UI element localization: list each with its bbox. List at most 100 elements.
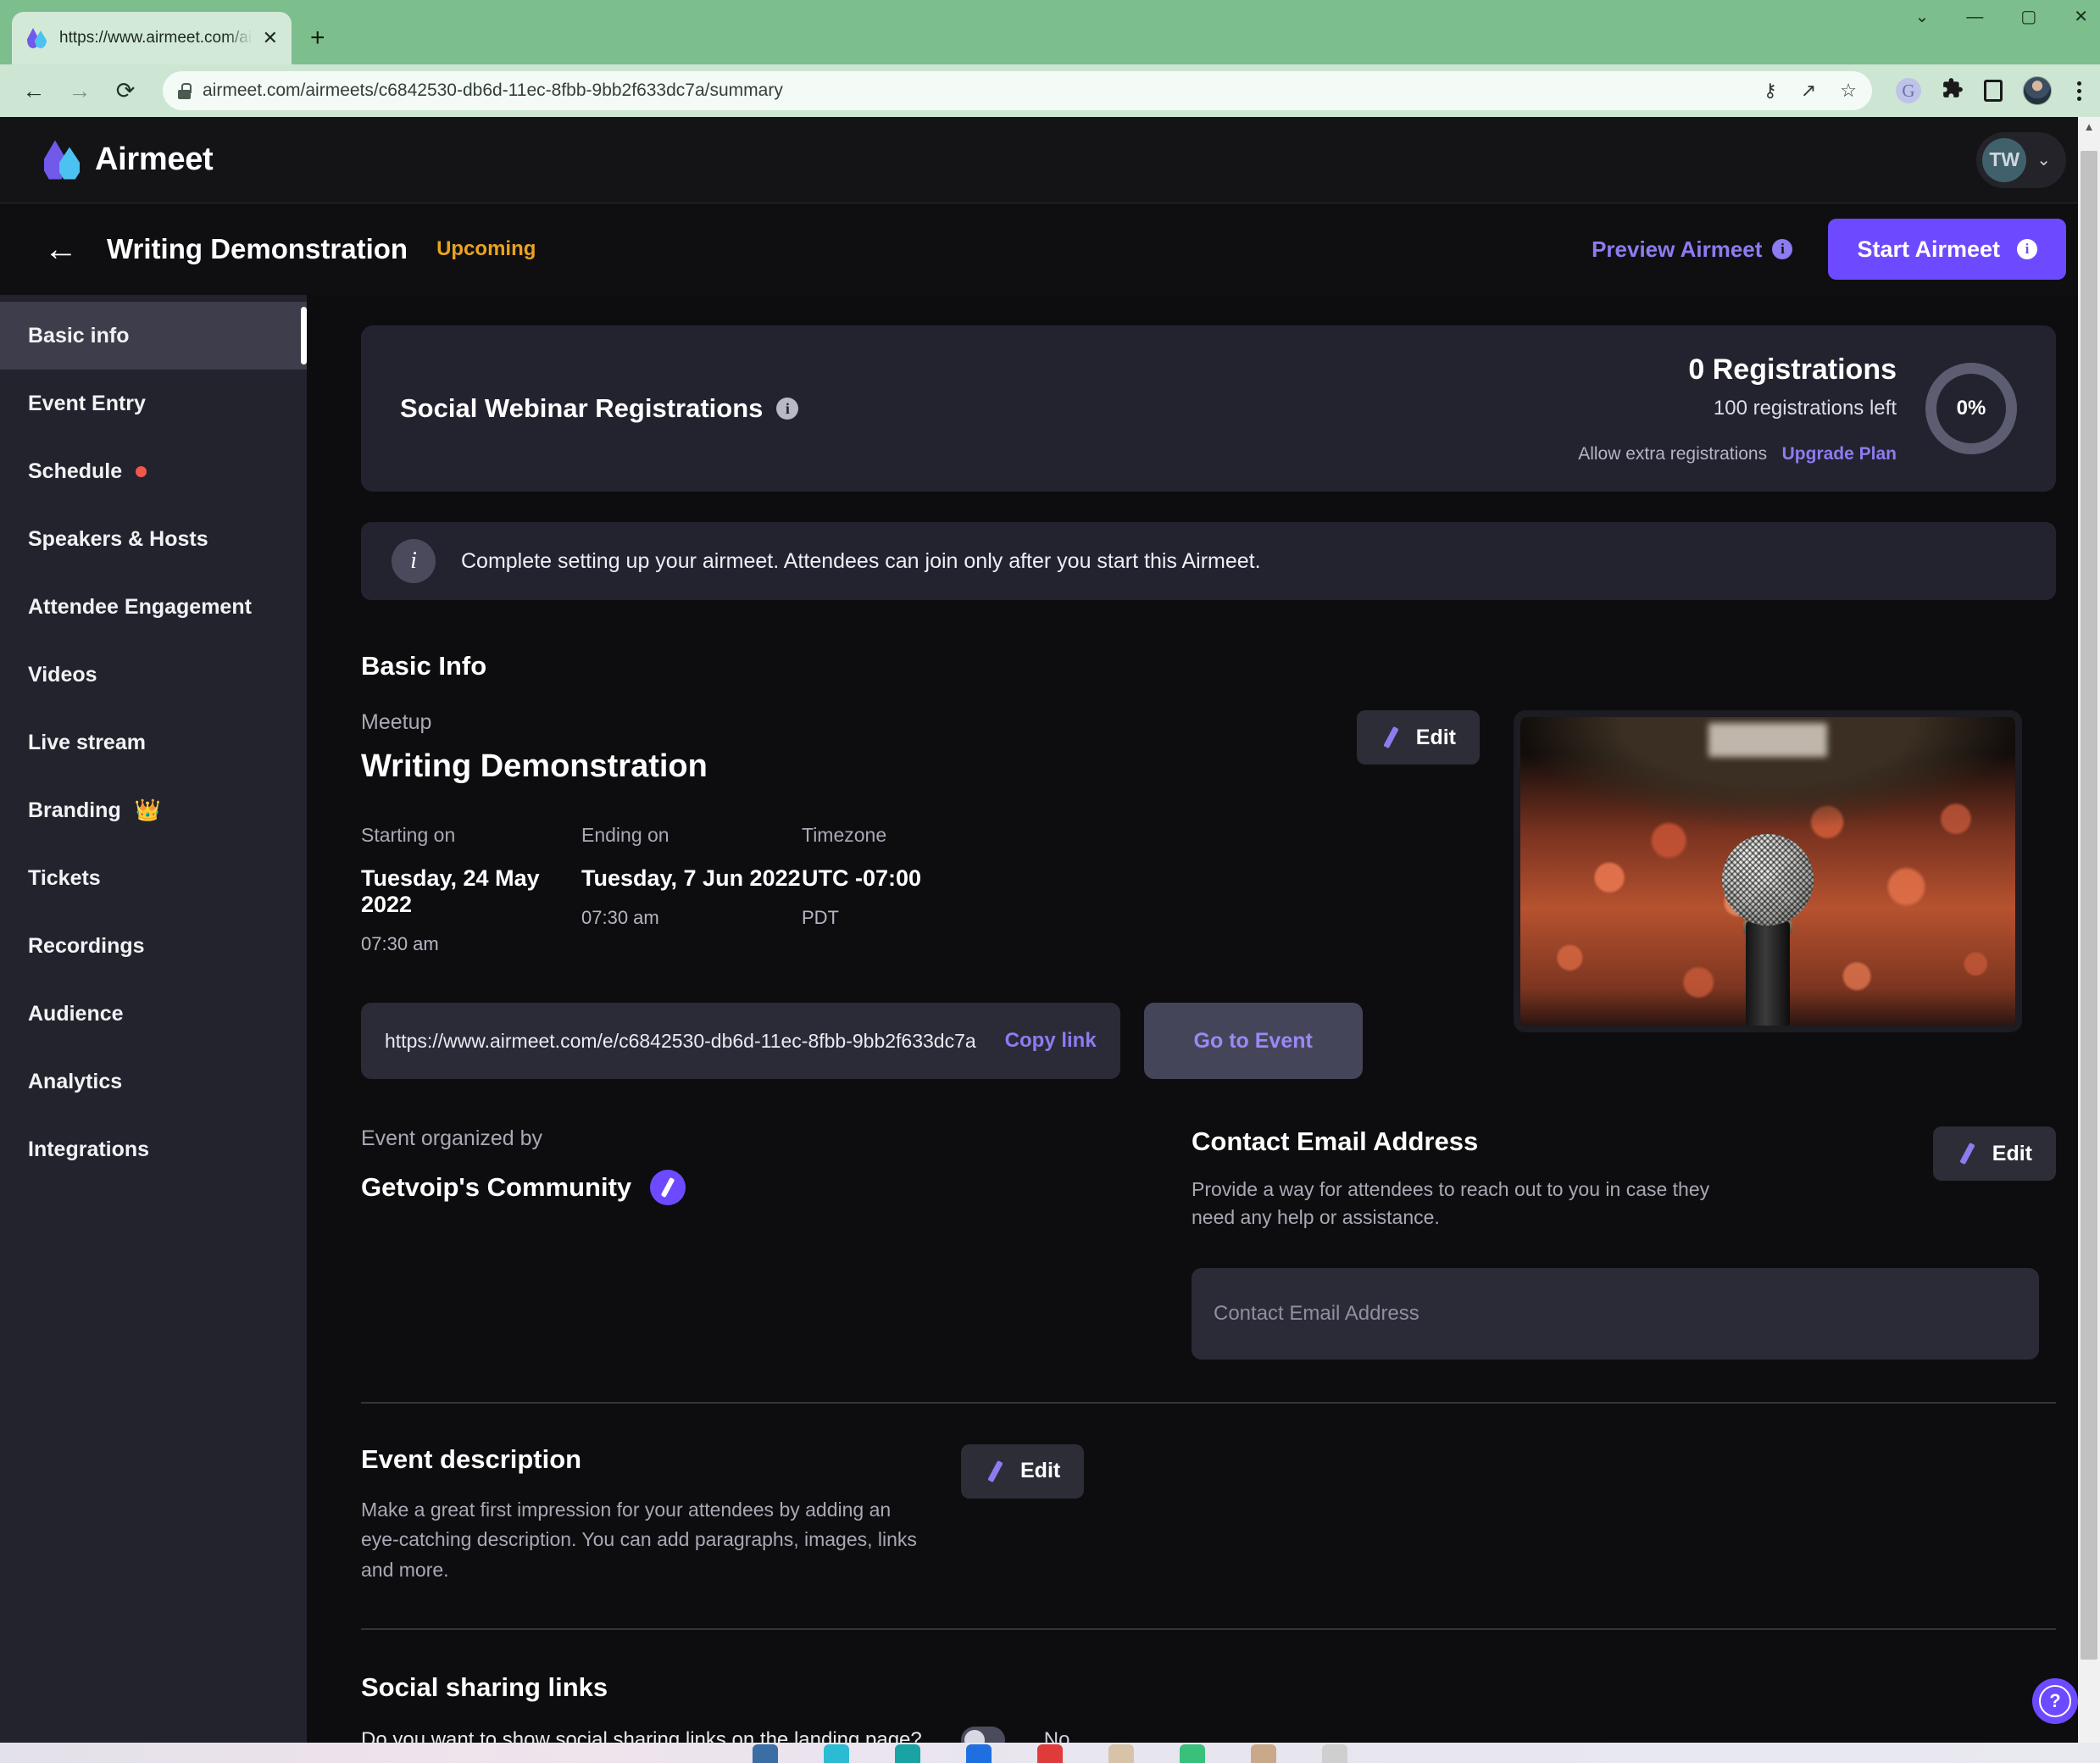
main-content: Social Webinar Registrations i 0 Registr… <box>307 295 2100 1743</box>
taskbar-app-icon[interactable] <box>753 1744 778 1763</box>
sidebar-item-integrations[interactable]: Integrations <box>0 1115 307 1183</box>
password-key-icon[interactable]: ⚷ <box>1764 81 1777 100</box>
sidebar-item-analytics[interactable]: Analytics <box>0 1048 307 1115</box>
close-tab-icon[interactable]: ✕ <box>263 29 278 47</box>
event-cover-image[interactable] <box>1514 710 2022 1032</box>
taskbar-app-icon[interactable] <box>966 1744 992 1763</box>
edit-basic-info-button[interactable]: Edit <box>1356 710 1480 765</box>
extensions-puzzle-icon[interactable] <box>1942 77 1964 105</box>
reload-icon[interactable]: ⟳ <box>105 70 146 111</box>
address-bar[interactable]: airmeet.com/airmeets/c6842530-db6d-11ec-… <box>163 71 1872 110</box>
starting-on-time: 07:30 am <box>361 933 439 954</box>
registration-count: 0 Registrations <box>1688 353 1897 386</box>
browser-chrome: https://www.airmeet.com/airmee ✕ + ⌄ — ▢… <box>0 0 2100 117</box>
pencil-icon <box>1381 726 1403 748</box>
browser-menu-icon[interactable] <box>2072 81 2086 101</box>
browser-tab[interactable]: https://www.airmeet.com/airmee ✕ <box>12 12 292 64</box>
social-sharing-section: Social sharing links Do you want to show… <box>361 1672 2056 1743</box>
page-title: Writing Demonstration <box>107 233 408 264</box>
taskbar-app-icon[interactable] <box>895 1744 920 1763</box>
contact-email-input-wrap[interactable] <box>1192 1267 2039 1360</box>
sidebar-item-label: Schedule <box>28 459 123 483</box>
sidebar-item-attendee-engagement[interactable]: Attendee Engagement <box>0 573 307 641</box>
sidebar-item-basic-info[interactable]: Basic info <box>0 302 307 370</box>
edit-label: Edit <box>1415 725 1456 749</box>
event-link-box: https://www.airmeet.com/e/c6842530-db6d-… <box>361 1003 1120 1079</box>
timezone-value: UTC -07:00 <box>802 865 922 891</box>
sidebar-item-videos[interactable]: Videos <box>0 641 307 709</box>
social-sharing-toggle-state: No <box>1043 1727 1070 1743</box>
go-to-event-button[interactable]: Go to Event <box>1143 1003 1363 1079</box>
taskbar-app-icon[interactable] <box>1037 1744 1063 1763</box>
ending-on-label: Ending on <box>581 824 669 846</box>
back-arrow-icon[interactable]: ← <box>44 232 78 266</box>
crown-icon: 👑 <box>134 798 161 822</box>
sidebar-item-branding[interactable]: Branding 👑 <box>0 776 307 844</box>
sidebar-item-schedule[interactable]: Schedule <box>0 437 307 505</box>
scrollbar-thumb[interactable] <box>2081 151 2097 1660</box>
minimize-icon[interactable]: — <box>1966 8 1983 25</box>
social-sharing-toggle[interactable] <box>960 1726 1005 1743</box>
taskbar-app-icon[interactable] <box>1251 1744 1276 1763</box>
setup-banner: i Complete setting up your airmeet. Atte… <box>361 522 2056 600</box>
event-description-text: Make a great first impression for your a… <box>361 1498 917 1581</box>
side-panel-icon[interactable] <box>1984 80 2003 102</box>
tab-title: https://www.airmeet.com/airmee <box>59 29 253 47</box>
sidebar-item-recordings[interactable]: Recordings <box>0 912 307 980</box>
sidebar-item-label: Branding <box>28 798 121 822</box>
sidebar-item-audience[interactable]: Audience <box>0 980 307 1048</box>
sidebar-item-label: Analytics <box>28 1069 123 1093</box>
sidebar-item-event-entry[interactable]: Event Entry <box>0 370 307 437</box>
bookmark-star-icon[interactable]: ☆ <box>1840 81 1857 100</box>
profile-avatar[interactable] <box>2023 76 2052 105</box>
start-airmeet-button[interactable]: Start Airmeet i <box>1828 219 2066 280</box>
edit-label: Edit <box>1992 1141 2032 1165</box>
app-header: Airmeet TW ⌄ <box>0 117 2100 203</box>
taskbar-app-icon[interactable] <box>824 1744 849 1763</box>
registrations-remaining: 100 registrations left <box>1713 396 1897 420</box>
page-scrollbar[interactable]: ▲ <box>2078 117 2100 1743</box>
sidebar-item-label: Basic info <box>28 323 130 348</box>
user-avatar-initials: TW <box>1982 137 2027 182</box>
scroll-up-arrow-icon[interactable]: ▲ <box>2078 120 2100 133</box>
info-icon: i <box>2017 239 2037 259</box>
taskbar-app-icon[interactable] <box>1322 1744 1347 1763</box>
maximize-icon[interactable]: ▢ <box>2020 8 2036 25</box>
preview-airmeet-button[interactable]: Preview Airmeet i <box>1592 236 1793 263</box>
sidebar-item-label: Videos <box>28 662 97 687</box>
airmeet-logo-icon <box>44 140 81 180</box>
taskbar-app-icon[interactable] <box>1180 1744 1205 1763</box>
upgrade-plan-link[interactable]: Upgrade Plan <box>1782 444 1897 464</box>
user-menu[interactable]: TW ⌄ <box>1976 131 2066 188</box>
sidebar-item-live-stream[interactable]: Live stream <box>0 709 307 776</box>
sidebar-item-speakers-hosts[interactable]: Speakers & Hosts <box>0 505 307 573</box>
taskbar-app-icon[interactable] <box>1108 1744 1134 1763</box>
info-icon: i <box>1772 239 1793 259</box>
edit-label: Edit <box>1020 1459 1061 1483</box>
edit-contact-email-button[interactable]: Edit <box>1932 1126 2056 1181</box>
event-description-section: Event description Make a great first imp… <box>361 1443 2056 1586</box>
event-cover-photo <box>1520 717 2015 1026</box>
grammarly-icon[interactable]: G <box>1896 78 1921 103</box>
starting-on-block: Starting on Tuesday, 24 May 2022 07:30 a… <box>361 824 581 955</box>
sidebar-item-label: Event Entry <box>28 391 146 415</box>
sidebar-item-tickets[interactable]: Tickets <box>0 844 307 912</box>
contact-email-input[interactable] <box>1214 1301 2017 1326</box>
info-icon: i <box>392 539 436 583</box>
tab-search-chevron-icon[interactable]: ⌄ <box>1915 8 1930 25</box>
registrations-card: Social Webinar Registrations i 0 Registr… <box>361 325 2056 492</box>
edit-event-description-button[interactable]: Edit <box>961 1443 1085 1499</box>
registrations-title: Social Webinar Registrations i <box>400 393 799 424</box>
close-window-icon[interactable]: ✕ <box>2074 8 2088 25</box>
sidebar-item-label: Audience <box>28 1001 124 1026</box>
share-icon[interactable]: ↗ <box>1801 81 1816 100</box>
edit-organizer-icon[interactable] <box>650 1170 686 1205</box>
copy-link-button[interactable]: Copy link <box>1005 1029 1097 1053</box>
info-icon[interactable]: i <box>776 398 799 420</box>
help-button[interactable]: ? <box>2032 1678 2078 1724</box>
forward-icon[interactable]: → <box>59 70 100 111</box>
social-sharing-title: Social sharing links <box>361 1671 608 1702</box>
new-tab-button[interactable]: + <box>310 25 325 51</box>
back-icon[interactable]: ← <box>14 70 54 111</box>
brand[interactable]: Airmeet <box>44 140 214 180</box>
